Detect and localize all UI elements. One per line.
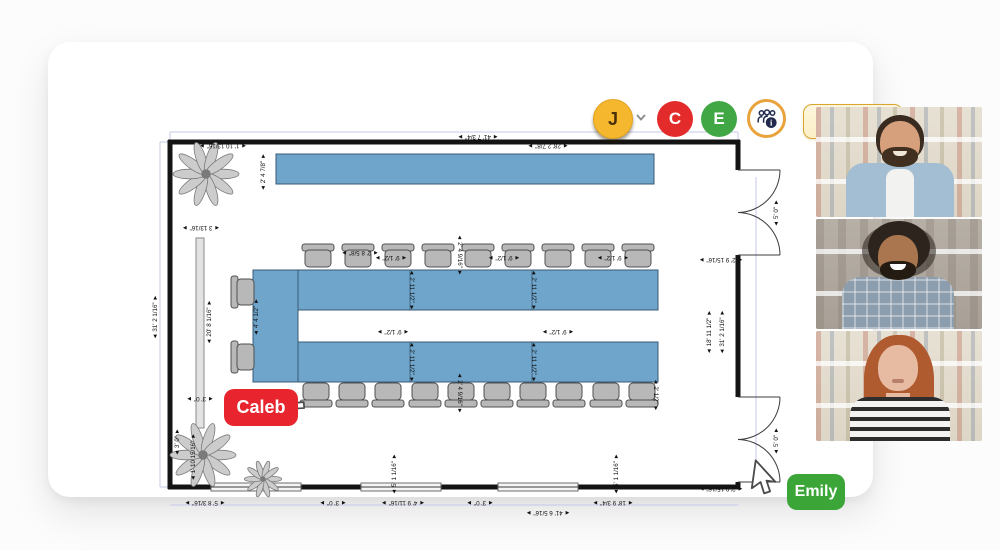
svg-text:◄ 9' 1/2" ►: ◄ 9' 1/2" ► [542,328,575,335]
cursor-label-emily: Emily [787,474,845,510]
svg-text:◄ 3 13/16" ►: ◄ 3 13/16" ► [182,224,221,231]
svg-text:◄ 31' 2 1/16" ►: ◄ 31' 2 1/16" ► [719,310,726,355]
svg-text:◄ 3' 0" ►: ◄ 3' 0" ► [186,395,214,402]
svg-text:◄ 2' 9 15/16" ►: ◄ 2' 9 15/16" ► [699,256,744,263]
participant-1-portrait [816,107,982,217]
svg-text:◄ 1' 10 15/16" ►: ◄ 1' 10 15/16" ► [190,433,197,481]
svg-text:◄ 2' 1/2" ►: ◄ 2' 1/2" ► [652,379,659,412]
svg-text:◄ 4' 9 11/16" ►: ◄ 4' 9 11/16" ► [381,499,425,506]
svg-text:◄ 2' 11 1/2" ►: ◄ 2' 11 1/2" ► [530,270,537,311]
svg-text:◄ 2' 4 9/16" ►: ◄ 2' 4 9/16" ► [456,234,463,275]
canvas-background: ◄ 41' 7 3/4" ► ◄ 28' 2 7/8" ► ◄ 1' 10 13/1… [0,0,1000,550]
svg-text:◄ 41' 7 3/4" ►: ◄ 41' 7 3/4" ► [457,133,498,140]
video-participant-2-active[interactable] [816,219,982,329]
people-info-icon: i [756,108,777,128]
avatar-e[interactable]: E [701,101,737,137]
video-participant-3[interactable] [816,331,982,441]
svg-text:◄ 2' 9 15/16" ►: ◄ 2' 9 15/16" ► [699,485,744,492]
svg-text:◄ 9' 1/2" ►: ◄ 9' 1/2" ► [375,254,408,261]
chevron-down-icon[interactable] [634,110,648,124]
svg-text:◄ 1' 10 13/16" ►: ◄ 1' 10 13/16" ► [199,142,247,149]
svg-text:◄ 18' 9 3/4" ►: ◄ 18' 9 3/4" ► [592,499,633,506]
svg-text:◄ 9' 1/2" ►: ◄ 9' 1/2" ► [488,254,521,261]
svg-text:◄ 2' 11 1/2" ►: ◄ 2' 11 1/2" ► [408,270,415,311]
participant-2-portrait [816,219,982,329]
participant-3-portrait [816,331,982,441]
svg-text:◄ 3' 0" ►: ◄ 3' 0" ► [174,428,181,456]
svg-text:◄ 2' 11 1/2" ►: ◄ 2' 11 1/2" ► [530,342,537,383]
svg-text:◄ 2' 11 1/2" ►: ◄ 2' 11 1/2" ► [408,342,415,383]
svg-text:◄ 4' 4 1/2" ►: ◄ 4' 4 1/2" ► [253,298,260,336]
video-call-strip [816,107,982,443]
dimension-labels: ◄ 41' 7 3/4" ► ◄ 28' 2 7/8" ► ◄ 1' 10 13/1… [152,133,780,516]
svg-text:◄ 5' 0" ►: ◄ 5' 0" ► [773,199,780,227]
svg-text:◄ 18' 11 1/2" ►: ◄ 18' 11 1/2" ► [706,310,713,354]
cursor-label-caleb: Caleb [224,389,298,426]
svg-text:◄ 5' 0" ►: ◄ 5' 0" ► [773,427,780,455]
dimension-lines [159,131,757,506]
svg-text:◄ 41' 6 5/16" ►: ◄ 41' 6 5/16" ► [526,509,571,516]
video-participant-1[interactable] [816,107,982,217]
svg-text:◄ 20' 8 1/16" ►: ◄ 20' 8 1/16" ► [206,300,213,345]
svg-text:◄ 2' 8 5/8" ►: ◄ 2' 8 5/8" ► [341,249,379,256]
svg-text:◄ 9' 1/2" ►: ◄ 9' 1/2" ► [597,254,630,261]
counter-table[interactable] [275,153,655,185]
emily-cursor-icon [750,459,777,495]
svg-text:◄ 9' 1/2" ►: ◄ 9' 1/2" ► [377,328,410,335]
avatar-j[interactable]: J [593,99,633,139]
svg-text:◄ 5' 8 3/16" ►: ◄ 5' 8 3/16" ► [184,499,225,506]
floorplan-svg[interactable]: ◄ 41' 7 3/4" ► ◄ 28' 2 7/8" ► ◄ 1' 10 13/1… [148,127,798,517]
svg-text:◄ 5' 1 1/16" ►: ◄ 5' 1 1/16" ► [391,453,398,494]
svg-text:◄ 28' 2 7/8" ►: ◄ 28' 2 7/8" ► [527,142,568,149]
svg-text:◄ 2' 4 7/8" ►: ◄ 2' 4 7/8" ► [260,153,267,191]
svg-text:◄ 3' 0" ►: ◄ 3' 0" ► [466,499,494,506]
svg-text:◄ 2' 4 9/16" ►: ◄ 2' 4 9/16" ► [456,372,463,413]
avatar-c[interactable]: C [657,101,693,137]
conference-table[interactable] [252,269,659,383]
svg-text:◄ 31' 2 1/16" ►: ◄ 31' 2 1/16" ► [152,295,159,340]
svg-text:◄ 3' 0" ►: ◄ 3' 0" ► [319,499,347,506]
document-canvas[interactable]: ◄ 41' 7 3/4" ► ◄ 28' 2 7/8" ► ◄ 1' 10 13/1… [48,42,904,516]
svg-text:◄ 5' 1 1/16" ►: ◄ 5' 1 1/16" ► [613,453,620,494]
collaborators-info-button[interactable]: i [747,99,786,138]
